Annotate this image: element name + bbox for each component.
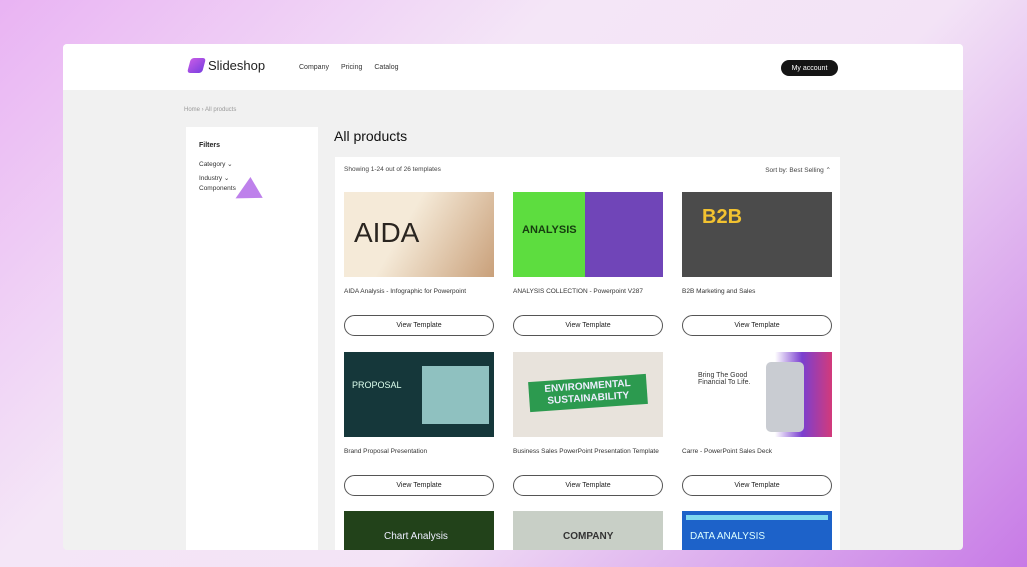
product-thumbnail[interactable]: ANALYSIS — [513, 192, 663, 277]
filters-title: Filters — [199, 142, 221, 149]
brand-logo[interactable]: Slideshop — [186, 58, 266, 73]
thumb-text: ENVIRONMENTAL SUSTAINABILITY — [528, 373, 648, 413]
product-thumbnail[interactable]: AIDA — [344, 192, 494, 277]
product-title[interactable]: Business Sales PowerPoint Presentation T… — [513, 447, 663, 475]
product-title[interactable]: B2B Marketing and Sales — [682, 287, 832, 315]
product-card: ANALYSIS ANALYSIS COLLECTION - Powerpoin… — [513, 192, 663, 336]
thumb-text: Chart Analysis — [384, 531, 448, 542]
product-card: DATA ANALYSIS — [682, 511, 832, 550]
sort-dropdown[interactable]: Sort by: Best Selling ⌃ — [765, 166, 831, 174]
product-thumbnail[interactable]: Bring The Good Financial To Life. — [682, 352, 832, 437]
view-template-button[interactable]: View Template — [682, 315, 832, 336]
thumb-text: ANALYSIS — [522, 224, 577, 236]
breadcrumb[interactable]: Home › All products — [184, 107, 236, 113]
nav-pricing[interactable]: Pricing — [341, 64, 362, 71]
product-thumbnail[interactable]: B2B — [682, 192, 832, 277]
view-template-button[interactable]: View Template — [682, 475, 832, 496]
main-nav: Company Pricing Catalog — [299, 64, 399, 71]
products-panel: Showing 1-24 out of 26 templates Sort by… — [335, 157, 840, 550]
view-template-button[interactable]: View Template — [344, 475, 494, 496]
product-card: AIDA AIDA Analysis - Infographic for Pow… — [344, 192, 494, 336]
product-thumbnail[interactable]: DATA ANALYSIS — [682, 511, 832, 550]
brand-name: Slideshop — [208, 58, 266, 73]
product-thumbnail[interactable]: ENVIRONMENTAL SUSTAINABILITY — [513, 352, 663, 437]
view-template-button[interactable]: View Template — [344, 315, 494, 336]
product-thumbnail[interactable]: COMPANY — [513, 511, 663, 550]
results-count: Showing 1-24 out of 26 templates — [344, 166, 441, 173]
thumb-text: Bring The Good Financial To Life. — [698, 372, 751, 386]
my-account-button[interactable]: My account — [781, 60, 838, 76]
filter-category[interactable]: Category ⌄ — [199, 160, 233, 168]
view-template-button[interactable]: View Template — [513, 475, 663, 496]
product-card: ENVIRONMENTAL SUSTAINABILITY Business Sa… — [513, 352, 663, 496]
product-card: Chart Analysis — [344, 511, 494, 550]
page-title: All products — [334, 128, 408, 144]
product-thumbnail[interactable]: PROPOSAL — [344, 352, 494, 437]
product-card: B2B B2B Marketing and Sales View Templat… — [682, 192, 832, 336]
product-card: COMPANY — [513, 511, 663, 550]
product-title[interactable]: AIDA Analysis - Infographic for Powerpoi… — [344, 287, 494, 315]
product-thumbnail[interactable]: Chart Analysis — [344, 511, 494, 550]
thumb-text: PROPOSAL — [352, 380, 402, 390]
product-title[interactable]: Carre - PowerPoint Sales Deck — [682, 447, 832, 475]
nav-company[interactable]: Company — [299, 64, 329, 71]
thumb-text: COMPANY — [563, 531, 614, 542]
thumb-text: AIDA — [354, 217, 420, 248]
site-header: Slideshop Company Pricing Catalog My acc… — [63, 44, 963, 90]
filter-industry[interactable]: Industry ⌄ — [199, 174, 229, 182]
product-title[interactable]: ANALYSIS COLLECTION - Powerpoint V287 — [513, 287, 663, 315]
browser-window: Slideshop Company Pricing Catalog My acc… — [63, 44, 963, 550]
slideshop-logo-icon — [186, 58, 207, 73]
product-title[interactable]: Brand Proposal Presentation — [344, 447, 494, 475]
product-card: Bring The Good Financial To Life. Carre … — [682, 352, 832, 496]
thumb-text: DATA ANALYSIS — [690, 531, 766, 542]
thumb-text: B2B — [702, 206, 743, 228]
nav-catalog[interactable]: Catalog — [374, 64, 398, 71]
product-card: PROPOSAL Brand Proposal Presentation Vie… — [344, 352, 494, 496]
filter-components[interactable]: Components — [199, 185, 236, 192]
view-template-button[interactable]: View Template — [513, 315, 663, 336]
